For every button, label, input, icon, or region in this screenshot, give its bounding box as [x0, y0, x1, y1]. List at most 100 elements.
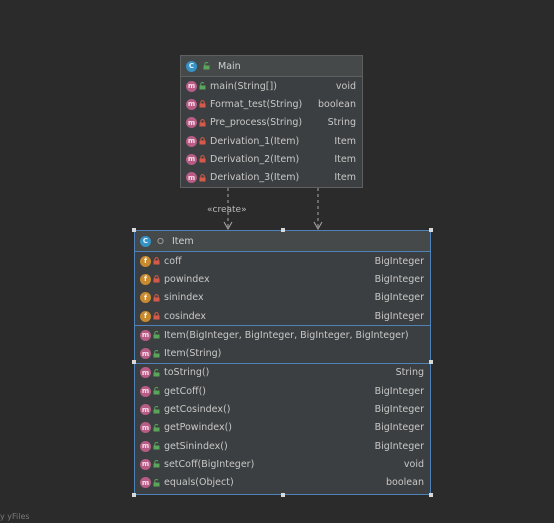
member-name: Derivation_1(Item)	[210, 135, 300, 147]
method-row[interactable]: m getCoff() BigInteger	[135, 382, 430, 400]
method-icon: m	[140, 385, 151, 397]
class-header: C Item	[135, 231, 430, 252]
public-visibility-icon	[203, 62, 210, 70]
member-name: cosindex	[164, 310, 206, 322]
method-row[interactable]: m Derivation_1(Item) Item	[181, 132, 362, 150]
member-name: getSinindex()	[164, 440, 228, 452]
member-type: Item	[334, 172, 356, 184]
field-icon: f	[140, 292, 151, 304]
member-type: void	[335, 80, 356, 92]
public-visibility-icon	[153, 405, 160, 414]
member-name: sinindex	[164, 292, 204, 304]
method-icon: m	[186, 172, 197, 184]
method-row[interactable]: m Derivation_3(Item) Item	[181, 168, 362, 186]
class-icon: C	[140, 235, 151, 247]
method-icon: m	[140, 458, 151, 470]
method-row[interactable]: m Format_test(String) boolean	[181, 95, 362, 113]
member-name: Pre_process(String)	[210, 117, 303, 129]
method-row[interactable]: m getSinindex() BigInteger	[135, 437, 430, 455]
private-lock-icon	[153, 293, 160, 302]
method-icon: m	[140, 367, 151, 379]
resize-handle-e[interactable]	[429, 360, 433, 364]
resize-handle-ne[interactable]	[429, 228, 433, 232]
method-icon: m	[140, 422, 151, 434]
fields-section: f coff BigInteger f powindex BigInteger f sinin…	[135, 252, 430, 325]
private-lock-icon	[199, 137, 206, 145]
constructors-section: m Item(BigInteger, BigInteger, BigInteger…	[135, 325, 430, 363]
resize-handle-sw[interactable]	[132, 493, 136, 497]
public-visibility-icon	[153, 442, 160, 450]
create-edge-label: «create»	[207, 205, 247, 215]
methods-section: m main(String[]) void m Format_test(String) b…	[181, 77, 362, 187]
method-row[interactable]: m Derivation_2(Item) Item	[181, 150, 362, 168]
method-icon: m	[140, 348, 151, 360]
member-name: toString()	[164, 367, 210, 379]
resize-handle-w[interactable]	[132, 360, 136, 364]
member-type: Item	[334, 135, 356, 147]
field-row[interactable]: f coff BigInteger	[135, 252, 430, 270]
private-lock-icon	[153, 257, 160, 265]
constructor-row[interactable]: m Item(BigInteger, BigInteger, BigInteger…	[135, 326, 430, 344]
method-row[interactable]: m setCoff(BigInteger) void	[135, 455, 430, 473]
method-icon: m	[140, 404, 151, 416]
field-row[interactable]: f sinindex BigInteger	[135, 289, 430, 307]
member-type: BigInteger	[374, 310, 424, 322]
public-visibility-icon	[199, 82, 206, 90]
class-icon: C	[186, 60, 197, 72]
resize-handle-nw[interactable]	[132, 228, 136, 232]
member-name: getCosindex()	[164, 404, 231, 416]
private-lock-icon	[199, 173, 206, 182]
method-icon: m	[140, 477, 151, 489]
public-visibility-icon	[153, 387, 160, 395]
member-type: String	[395, 367, 424, 379]
member-name: Derivation_3(Item)	[210, 172, 300, 184]
member-name: coff	[164, 255, 182, 267]
public-visibility-icon	[153, 478, 160, 487]
public-visibility-icon	[153, 368, 160, 377]
member-name: Item(String)	[164, 348, 222, 360]
field-row[interactable]: f cosindex BigInteger	[135, 307, 430, 325]
class-node-main[interactable]: C Main m main(String[]) void m Format_test(S…	[180, 55, 363, 188]
resize-handle-n[interactable]	[281, 228, 285, 232]
public-visibility-icon	[153, 423, 160, 432]
methods-section: m toString() String m getCoff() BigInteger m ge…	[135, 362, 430, 492]
class-header: C Main	[181, 56, 362, 77]
member-name: setCoff(BigInteger)	[164, 458, 255, 470]
watermark: y yFiles	[0, 512, 30, 521]
constructor-row[interactable]: m Item(String)	[135, 344, 430, 362]
member-type: boolean	[386, 477, 424, 489]
method-icon: m	[186, 135, 197, 147]
resize-handle-se[interactable]	[429, 493, 433, 497]
member-name: powindex	[164, 273, 210, 285]
member-type: BigInteger	[374, 404, 424, 416]
method-row[interactable]: m Pre_process(String) String	[181, 114, 362, 132]
method-icon: m	[186, 117, 197, 129]
method-icon: m	[186, 98, 197, 110]
public-visibility-icon	[153, 331, 160, 339]
member-type: BigInteger	[374, 385, 424, 397]
member-type: BigInteger	[374, 422, 424, 434]
member-name: getCoff()	[164, 385, 207, 397]
member-name: Item(BigInteger, BigInteger, BigInteger,…	[164, 329, 409, 341]
class-node-item[interactable]: C Item f coff BigInteger f powindex BigIntege…	[134, 230, 431, 495]
resize-handle-s[interactable]	[281, 493, 285, 497]
member-type: void	[403, 458, 424, 470]
member-name: Format_test(String)	[210, 98, 303, 110]
private-lock-icon	[153, 275, 160, 283]
private-lock-icon	[153, 312, 160, 320]
method-icon: m	[140, 440, 151, 452]
diagram-canvas[interactable]: «create» C Main m main(String[]) void m Form…	[0, 0, 554, 523]
method-row[interactable]: m getCosindex() BigInteger	[135, 400, 430, 418]
method-row[interactable]: m toString() String	[135, 364, 430, 382]
method-row[interactable]: m getPowindex() BigInteger	[135, 419, 430, 437]
method-row[interactable]: m main(String[]) void	[181, 77, 362, 95]
member-type: BigInteger	[374, 255, 424, 267]
field-icon: f	[140, 255, 151, 267]
private-lock-icon	[199, 118, 206, 127]
member-type: BigInteger	[374, 440, 424, 452]
method-row[interactable]: m equals(Object) boolean	[135, 474, 430, 492]
field-row[interactable]: f powindex BigInteger	[135, 270, 430, 288]
private-lock-icon	[199, 100, 206, 108]
package-visibility-icon	[157, 237, 164, 245]
member-name: Derivation_2(Item)	[210, 153, 300, 165]
